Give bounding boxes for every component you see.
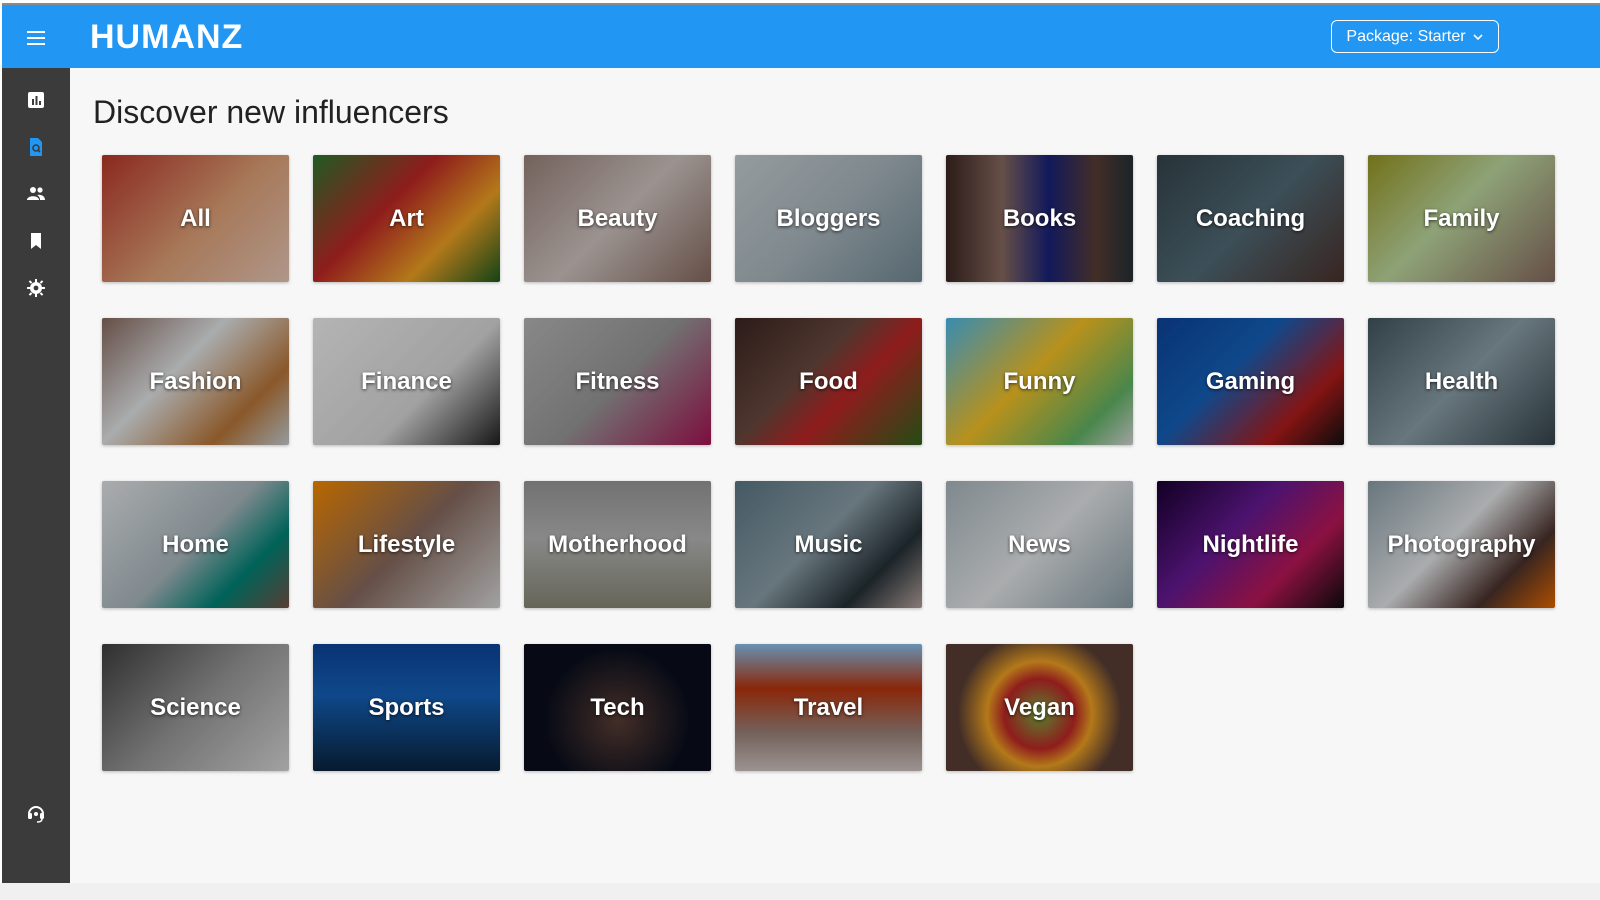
category-label: Food bbox=[799, 367, 858, 395]
category-label: Gaming bbox=[1205, 367, 1296, 395]
category-label: Fashion bbox=[149, 367, 242, 395]
page-title: Discover new influencers bbox=[93, 94, 449, 130]
category-label: Coaching bbox=[1195, 204, 1306, 232]
package-dropdown-button[interactable]: Package: Starter bbox=[1331, 20, 1499, 53]
category-tile-fitness[interactable]: Fitness bbox=[524, 318, 711, 445]
category-label: Vegan bbox=[1004, 693, 1075, 721]
category-tile-fashion[interactable]: Fashion bbox=[102, 318, 289, 445]
category-tile-lifestyle[interactable]: Lifestyle bbox=[313, 481, 500, 608]
hamburger-menu-icon[interactable] bbox=[20, 23, 52, 53]
category-tile-photography[interactable]: Photography bbox=[1368, 481, 1555, 608]
category-label: Health bbox=[1424, 367, 1499, 395]
category-tile-tech[interactable]: Tech bbox=[524, 644, 711, 771]
sidebar-item-discover[interactable] bbox=[2, 124, 70, 170]
category-tile-art[interactable]: Art bbox=[313, 155, 500, 282]
category-tile-nightlife[interactable]: Nightlife bbox=[1157, 481, 1344, 608]
category-label: Finance bbox=[361, 367, 452, 395]
category-label: Beauty bbox=[577, 204, 658, 232]
category-tile-beauty[interactable]: Beauty bbox=[524, 155, 711, 282]
support-headset-icon bbox=[28, 806, 44, 823]
category-label: Music bbox=[794, 530, 863, 558]
category-label: Photography bbox=[1387, 530, 1536, 558]
sidebar-item-saved[interactable] bbox=[2, 218, 70, 264]
category-tile-funny[interactable]: Funny bbox=[946, 318, 1133, 445]
sidebar-item-dashboard[interactable] bbox=[2, 77, 70, 123]
category-label: Motherhood bbox=[548, 530, 687, 558]
top-app-bar: HUMANZ Package: Starter bbox=[2, 3, 1600, 68]
category-tile-travel[interactable]: Travel bbox=[735, 644, 922, 771]
category-tile-sports[interactable]: Sports bbox=[313, 644, 500, 771]
category-label: Books bbox=[1002, 204, 1077, 232]
category-tile-music[interactable]: Music bbox=[735, 481, 922, 608]
category-label: Tech bbox=[590, 693, 645, 721]
category-tile-motherhood[interactable]: Motherhood bbox=[524, 481, 711, 608]
category-tile-gaming[interactable]: Gaming bbox=[1157, 318, 1344, 445]
category-tile-coaching[interactable]: Coaching bbox=[1157, 155, 1344, 282]
category-label: Funny bbox=[1003, 367, 1076, 395]
humanz-logo[interactable]: HUMANZ bbox=[90, 17, 243, 57]
category-tile-all[interactable]: All bbox=[102, 155, 289, 282]
category-label: Home bbox=[162, 530, 229, 558]
category-tile-finance[interactable]: Finance bbox=[313, 318, 500, 445]
gear-icon bbox=[27, 279, 45, 297]
category-grid: All Art Beauty Bloggers Books Coaching Family F… bbox=[102, 155, 1555, 771]
category-label: Bloggers bbox=[776, 204, 881, 232]
category-label: Lifestyle bbox=[357, 530, 456, 558]
sidebar-item-support[interactable] bbox=[2, 790, 70, 836]
category-tile-science[interactable]: Science bbox=[102, 644, 289, 771]
sidebar-item-influencers[interactable] bbox=[2, 171, 70, 217]
people-icon bbox=[27, 187, 45, 200]
category-label: Art bbox=[389, 204, 424, 232]
window-bottom-edge bbox=[0, 883, 1600, 900]
chevron-down-icon bbox=[1473, 33, 1483, 40]
category-tile-food[interactable]: Food bbox=[735, 318, 922, 445]
category-tile-news[interactable]: News bbox=[946, 481, 1133, 608]
sidebar bbox=[2, 68, 70, 883]
category-label: Science bbox=[150, 693, 241, 721]
category-tile-bloggers[interactable]: Bloggers bbox=[735, 155, 922, 282]
category-label: Family bbox=[1423, 204, 1500, 232]
bar-chart-icon bbox=[28, 92, 44, 108]
category-tile-books[interactable]: Books bbox=[946, 155, 1133, 282]
sidebar-item-settings[interactable] bbox=[2, 265, 70, 311]
category-tile-health[interactable]: Health bbox=[1368, 318, 1555, 445]
category-label: Fitness bbox=[575, 367, 660, 395]
category-tile-home[interactable]: Home bbox=[102, 481, 289, 608]
category-label: News bbox=[1008, 530, 1071, 558]
category-tile-vegan[interactable]: Vegan bbox=[946, 644, 1133, 771]
search-document-icon bbox=[30, 138, 42, 156]
category-tile-family[interactable]: Family bbox=[1368, 155, 1555, 282]
app-window: HUMANZ Package: Starter Discover new inf… bbox=[2, 3, 1600, 883]
category-label: Sports bbox=[368, 693, 445, 721]
main-content: Discover new influencers All Art Beauty Blo… bbox=[70, 68, 1600, 883]
bookmark-icon bbox=[31, 233, 41, 249]
package-label: Package: Starter bbox=[1346, 27, 1466, 45]
category-label: All bbox=[180, 204, 211, 232]
category-label: Nightlife bbox=[1202, 530, 1299, 558]
category-label: Travel bbox=[793, 693, 864, 721]
